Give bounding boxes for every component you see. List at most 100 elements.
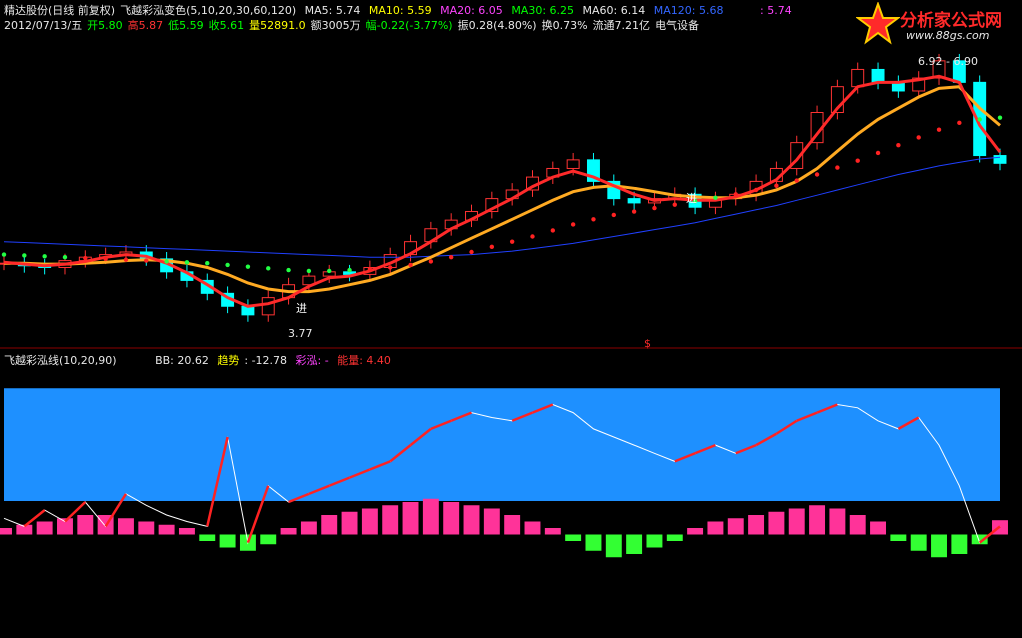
ma60-dot xyxy=(794,178,799,183)
candle-body xyxy=(993,155,1007,164)
ma60-dot xyxy=(814,172,820,177)
energy-bar xyxy=(199,534,216,541)
energy-bar xyxy=(829,508,846,535)
ma60-dot xyxy=(977,117,982,122)
indicator-name: 飞越彩泓变色(5,10,20,30,60,120) xyxy=(120,4,297,17)
energy-bar xyxy=(666,534,683,541)
header-row-2: 2012/07/13/五 开5.80 高5.87 低5.59 收5.61 量52891.0… xyxy=(4,17,704,33)
energy-bar xyxy=(138,521,155,535)
energy-bar xyxy=(931,534,947,558)
energy-bar xyxy=(341,511,358,535)
ma60-dot xyxy=(286,267,291,273)
energy-bar xyxy=(117,518,134,535)
ma60-dot xyxy=(936,127,942,132)
energy-bar xyxy=(77,515,94,535)
energy-bar xyxy=(890,534,907,541)
candle-body xyxy=(627,198,641,204)
energy-bar xyxy=(443,502,460,535)
energy-bar xyxy=(809,505,826,535)
ma5-line xyxy=(3,74,1002,308)
star-logo-icon xyxy=(856,2,900,45)
ma60-dot xyxy=(896,143,901,148)
ma60-dot xyxy=(611,212,616,218)
change-label: 幅-0.22(-3.77%) xyxy=(365,19,453,32)
watermark: 分析家公式网 www.88gs.com xyxy=(856,2,1016,48)
ma60-dot xyxy=(509,239,515,244)
dollar-marker: $ xyxy=(644,337,651,350)
high-annotation: 6.92 - 6.90 xyxy=(918,55,978,68)
energy-bar xyxy=(300,521,317,535)
ma60-dot xyxy=(428,259,434,264)
energy-bar xyxy=(0,528,12,535)
ma60-dot xyxy=(672,202,677,207)
ma60-dot xyxy=(205,260,210,266)
ma60-dot xyxy=(652,205,657,211)
turnover-label: 换0.73% xyxy=(541,19,588,32)
volume-label: 量52891.0 xyxy=(249,19,306,32)
energy-bar xyxy=(849,515,866,535)
energy-bar xyxy=(178,528,195,535)
stock-chart[interactable] xyxy=(0,0,1022,638)
ma30-label: MA30: 6.25 xyxy=(511,4,575,17)
bb-zone xyxy=(4,388,1000,501)
energy-bar xyxy=(768,511,785,535)
close-label: 收5.61 xyxy=(208,19,245,32)
ma60-dot xyxy=(347,267,352,273)
ma60-dot xyxy=(631,209,637,214)
indicator-title: 飞越彩泓线(10,20,90) xyxy=(4,354,117,367)
ma60-dot xyxy=(408,262,413,268)
ma60-dot xyxy=(875,150,881,156)
ma60-dot xyxy=(997,115,1003,120)
energy-bar xyxy=(605,534,622,558)
ma60-dot xyxy=(916,135,921,140)
ma60-dot xyxy=(733,192,738,197)
low-label: 低5.59 xyxy=(168,19,204,32)
ma60-dot xyxy=(1,252,7,257)
ma60-dot xyxy=(448,254,454,260)
energy-bar xyxy=(626,534,643,554)
amount-label: 额3005万 xyxy=(310,19,361,32)
header-row-1: 精达股份(日线 前复权) 飞越彩泓变色(5,10,20,30,60,120) MA… xyxy=(4,2,728,18)
energy-label: 能量: 4.40 xyxy=(337,354,391,367)
energy-bar xyxy=(544,528,561,535)
ma60-dot xyxy=(327,268,332,274)
energy-bar xyxy=(951,534,968,554)
bb-label: BB: 20.62 xyxy=(155,354,209,367)
energy-bar xyxy=(910,534,927,551)
ma60-dot xyxy=(184,260,190,265)
rainbow-label: 彩泓: - xyxy=(295,354,329,367)
high-label: 高5.87 xyxy=(127,19,164,32)
ma10-label: MA10: 5.59 xyxy=(368,4,432,17)
candle-body xyxy=(851,68,865,88)
ma60-dot xyxy=(83,255,88,261)
ma120-line xyxy=(3,156,1001,258)
ma60-dot xyxy=(123,257,129,262)
energy-bar xyxy=(585,534,602,551)
watermark-title: 分析家公式网 xyxy=(900,11,1002,31)
ma60-dot xyxy=(62,254,68,260)
ma60-dot xyxy=(713,195,718,200)
ma60-dot xyxy=(367,267,373,272)
ma60-dot xyxy=(225,262,230,268)
energy-bar xyxy=(463,505,480,535)
ma60-dot xyxy=(489,244,495,250)
stock-title: 精达股份(日线 前复权) xyxy=(4,4,116,17)
energy-bar xyxy=(321,515,338,535)
energy-bar xyxy=(361,508,378,535)
ma60-dot xyxy=(306,268,312,274)
ma60-dot xyxy=(753,187,759,193)
ma60-dot xyxy=(245,264,251,269)
low-annotation: 3.77 xyxy=(288,327,313,340)
energy-bar xyxy=(524,521,541,535)
buy-signal-1: 进 xyxy=(296,302,307,315)
date-label: 2012/07/13/五 xyxy=(4,19,83,32)
ma60-dot xyxy=(388,265,393,270)
ma5-label: MA5: 5.74 xyxy=(304,4,361,17)
energy-bar xyxy=(707,521,724,535)
indicator-header: 飞越彩泓线(10,20,90) BB: 20.62 趋势: -12.78 彩泓:… xyxy=(4,352,396,368)
energy-bar xyxy=(280,528,297,535)
amplitude-label: 振0.28(4.80%) xyxy=(457,19,537,32)
watermark-url: www.88gs.com xyxy=(906,29,990,42)
buy-signal-2: 进 xyxy=(686,192,697,205)
ma60-dot xyxy=(469,249,474,255)
